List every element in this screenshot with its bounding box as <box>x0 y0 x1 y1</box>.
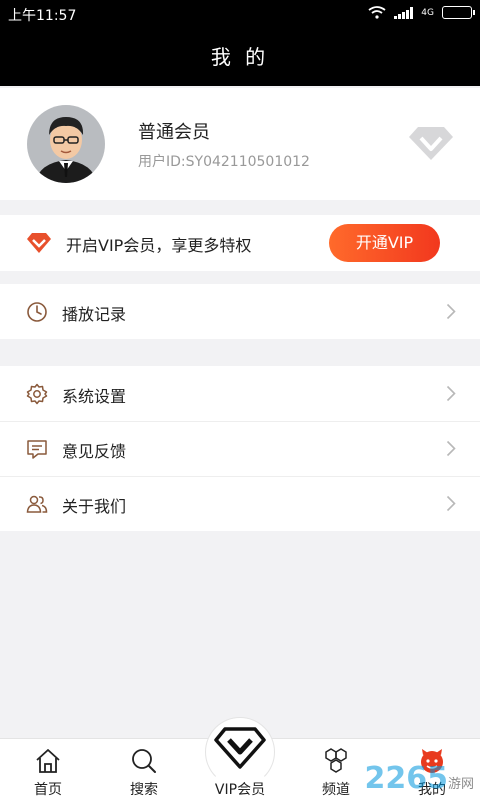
watermark-logo: 2265游网 <box>364 761 474 796</box>
vip-diamond-icon <box>409 127 453 160</box>
hexagon-icon <box>325 748 347 773</box>
page-title: 我 的 <box>0 28 480 86</box>
chevron-right-icon <box>446 495 456 512</box>
clock-icon <box>27 302 47 322</box>
tab-label: 搜索 <box>130 782 158 798</box>
network-type: 4G <box>421 7 434 18</box>
menu-item-system-settings[interactable]: 系统设置 <box>0 366 480 421</box>
chevron-right-icon <box>446 303 456 320</box>
tab-vip[interactable]: VIP会员 <box>200 727 280 800</box>
bottom-tab-bar: 首页 搜索 VIP会员 频道 我的 2265游网 <box>0 717 480 800</box>
vip-icon <box>214 727 266 769</box>
vip-promo-bar: 开启VIP会员，享更多特权 开通VIP <box>0 215 480 271</box>
user-id: 用户ID:SY042110501012 <box>138 154 310 170</box>
search-icon <box>132 749 156 773</box>
menu-group-history: 播放记录 <box>0 284 480 339</box>
member-type: 普通会员 <box>138 122 210 143</box>
battery-icon <box>442 6 475 19</box>
status-time: 上午11:57 <box>8 8 77 24</box>
menu-item-about-us[interactable]: 关于我们 <box>0 476 480 531</box>
menu-item-label: 系统设置 <box>62 387 127 406</box>
chevron-right-icon <box>446 385 456 402</box>
home-icon <box>36 749 60 773</box>
wifi-icon <box>368 6 386 19</box>
avatar[interactable] <box>27 105 105 183</box>
signal-icon <box>394 6 414 19</box>
menu-group-settings: 系统设置 意见反馈 关于我们 <box>0 366 480 531</box>
watermark-text: 2265 <box>364 761 448 796</box>
tab-label: 首页 <box>34 782 62 798</box>
profile-card[interactable]: 普通会员 用户ID:SY042110501012 <box>0 88 480 200</box>
users-icon <box>26 495 48 513</box>
menu-item-label: 播放记录 <box>62 305 127 324</box>
vip-promo-text: 开启VIP会员，享更多特权 <box>66 236 252 255</box>
status-icons: 4G <box>368 6 475 19</box>
menu-item-label: 关于我们 <box>62 497 127 516</box>
tab-home[interactable]: 首页 <box>8 739 88 800</box>
tab-search[interactable]: 搜索 <box>104 739 184 800</box>
watermark-sub: 游网 <box>447 777 474 792</box>
vip-gem-icon <box>27 233 51 253</box>
chevron-right-icon <box>446 440 456 457</box>
menu-item-feedback[interactable]: 意见反馈 <box>0 421 480 476</box>
menu-item-play-history[interactable]: 播放记录 <box>0 284 480 339</box>
status-bar: 上午11:57 4G <box>0 0 480 28</box>
open-vip-button[interactable]: 开通VIP <box>329 224 440 262</box>
feedback-icon <box>27 440 47 459</box>
gear-icon <box>26 383 48 405</box>
menu-item-label: 意见反馈 <box>62 442 127 461</box>
tab-label: VIP会员 <box>214 782 266 798</box>
